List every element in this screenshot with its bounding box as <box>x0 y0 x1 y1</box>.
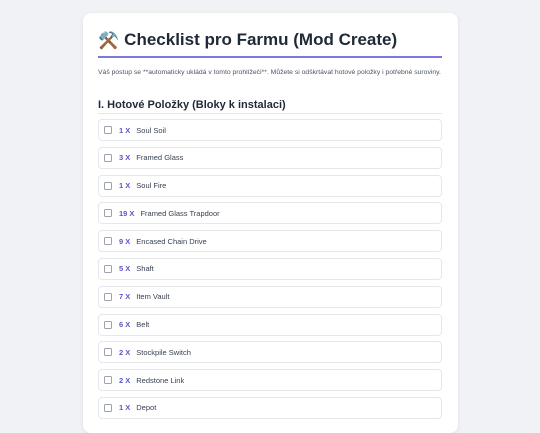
item-name: Belt <box>136 320 150 330</box>
title-divider <box>98 56 442 58</box>
item-name: Framed Glass <box>136 153 184 163</box>
checklist-item[interactable]: 5 X Shaft <box>98 257 442 280</box>
item-checkbox[interactable] <box>104 126 112 134</box>
checklist-item[interactable]: 6 X Belt <box>98 313 442 336</box>
page-description: Váš postup se **automaticky ukládá v tom… <box>98 69 441 76</box>
item-quantity: 5 X <box>119 264 131 274</box>
item-checkbox[interactable] <box>104 348 112 357</box>
checklist-item[interactable]: 1 X Depot <box>98 396 442 419</box>
item-checkbox[interactable] <box>104 320 112 329</box>
item-checkbox[interactable] <box>104 209 112 218</box>
hammer-pick-icon: ⚒️ <box>98 30 120 50</box>
item-name: Shaft <box>136 264 154 274</box>
item-checkbox[interactable] <box>104 181 112 190</box>
checklist-item[interactable]: 2 X Stockpile Switch <box>98 341 442 364</box>
item-quantity: 19 X <box>119 208 135 218</box>
checklist-item[interactable]: 2 X Redstone Link <box>98 369 442 392</box>
item-name: Framed Glass Trapdoor <box>140 208 220 218</box>
page-title: Checklist pro Farmu (Mod Create) <box>124 30 398 49</box>
checklist-item[interactable]: 19 X Framed Glass Trapdoor <box>98 202 442 225</box>
item-name: Stockpile Switch <box>136 347 191 357</box>
item-quantity: 6 X <box>119 320 131 330</box>
page-header: ⚒️ Checklist pro Farmu (Mod Create) <box>98 28 442 52</box>
item-checkbox[interactable] <box>104 292 112 301</box>
item-checkbox[interactable] <box>104 264 112 273</box>
item-quantity: 2 X <box>119 347 131 357</box>
item-quantity: 7 X <box>119 292 131 302</box>
item-name: Soul Fire <box>136 181 167 191</box>
item-checkbox[interactable] <box>104 237 112 246</box>
item-name: Soul Soil <box>136 125 166 135</box>
item-quantity: 2 X <box>119 375 131 385</box>
item-quantity: 9 X <box>119 236 131 246</box>
item-checkbox[interactable] <box>104 376 112 385</box>
checklist-item[interactable]: 1 X Soul Soil <box>98 119 442 141</box>
item-quantity: 1 X <box>119 125 131 135</box>
checklist-item[interactable]: 7 X Item Vault <box>98 285 442 308</box>
item-checkbox[interactable] <box>104 403 112 412</box>
item-name: Encased Chain Drive <box>136 236 207 246</box>
checklist-card: ⚒️ Checklist pro Farmu (Mod Create) Váš … <box>83 13 458 433</box>
item-quantity: 3 X <box>119 153 131 163</box>
checklist-item[interactable]: 3 X Framed Glass <box>98 146 442 169</box>
checklist-item[interactable]: 1 X Soul Fire <box>98 174 442 197</box>
item-name: Item Vault <box>136 292 170 302</box>
item-checkbox[interactable] <box>104 153 112 162</box>
item-name: Redstone Link <box>136 375 185 385</box>
checklist-items: 1 X Soul Soil 3 X Framed Glass 1 X Soul Fire 1… <box>98 119 442 425</box>
checklist-item[interactable]: 9 X Encased Chain Drive <box>98 230 442 253</box>
item-quantity: 1 X <box>119 181 131 191</box>
section-title: I. Hotové Položky (Bloky k instalaci) <box>98 99 286 111</box>
section-divider <box>98 113 442 114</box>
